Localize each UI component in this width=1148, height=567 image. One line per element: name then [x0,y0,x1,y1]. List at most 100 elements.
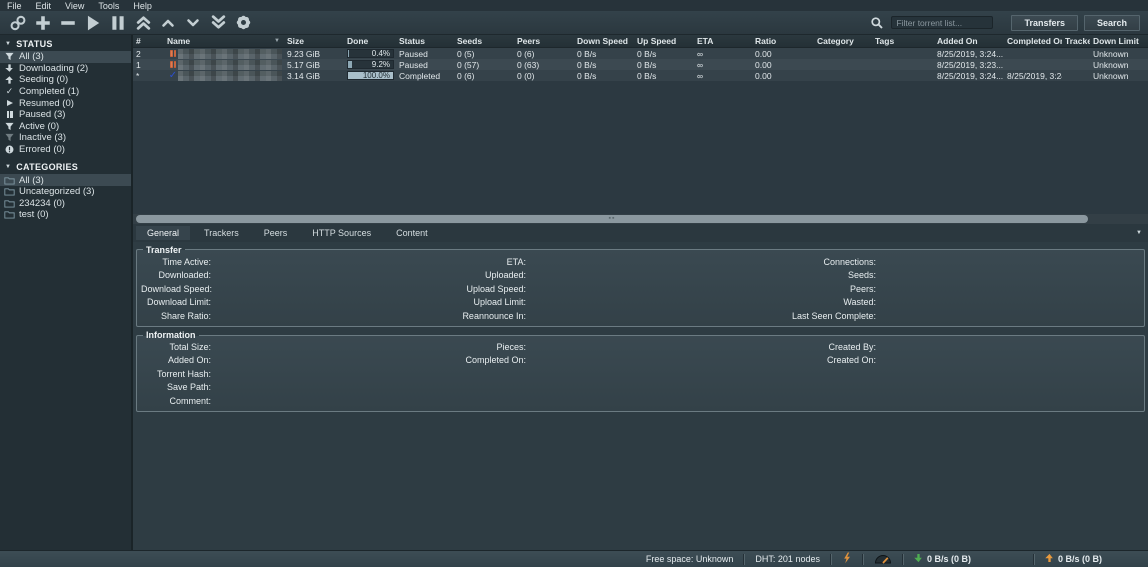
col-up-speed[interactable]: Up Speed [634,35,694,47]
field-label: Last Seen Complete: [766,310,876,323]
field-label: Upload Limit: [436,296,526,309]
sidebar-item-active[interactable]: Active (0) [0,121,131,133]
sort-desc-icon: ▼ [274,38,280,44]
table-row[interactable]: * ✓ 3.14 GiB 100.0% Completed 0 (6) 0 (0… [133,70,1148,81]
folder-icon [4,210,15,219]
filter-icon [4,122,15,131]
tab-general[interactable]: General [136,226,190,240]
options-gear-icon[interactable] [232,13,254,33]
statusbar-separator [830,554,832,565]
col-down-speed[interactable]: Down Speed [574,35,634,47]
col-name[interactable]: Name▼ [164,35,284,47]
field-label: Save Path: [141,381,211,394]
redacted-torrent-name [178,49,282,59]
col-tags[interactable]: Tags [872,35,934,47]
empty-list-area [133,81,1148,214]
col-peers[interactable]: Peers [514,35,574,47]
sidebar-item-errored[interactable]: Errored (0) [0,144,131,156]
upload-speed-label: 0 B/s (0 B) [1058,554,1102,564]
menu-view[interactable]: View [60,1,93,11]
field-label: Share Ratio: [141,310,211,323]
sidebar-item-all-categories[interactable]: All (3) [0,174,131,186]
col-completed-on[interactable]: Completed On [1004,35,1062,47]
tab-peers[interactable]: Peers [253,226,299,240]
col-added-on[interactable]: Added On [934,35,1004,47]
field-value [876,310,1140,323]
field-value [876,368,1140,381]
sidebar-item-uncategorized[interactable]: Uncategorized (3) [0,186,131,198]
field-label: Added On: [141,354,211,367]
field-label: Created By: [766,341,876,354]
tab-http-sources[interactable]: HTTP Sources [301,226,382,240]
categories-section-header[interactable]: ▼ CATEGORIES [0,160,131,174]
col-category[interactable]: Category [814,35,872,47]
col-ratio[interactable]: Ratio [752,35,814,47]
add-torrent-icon[interactable] [32,13,54,33]
horizontal-scrollbar[interactable]: ▪▪ [133,214,1148,224]
menu-edit[interactable]: Edit [31,1,61,11]
remove-torrent-icon[interactable] [57,13,79,33]
table-row[interactable]: 1 5.17 GiB 9.2% Paused 0 (57) 0 (63) 0 B… [133,59,1148,70]
col-done[interactable]: Done [344,35,396,47]
field-value [526,310,766,323]
sidebar-item-234234[interactable]: 234234 (0) [0,198,131,210]
field-label [766,381,876,394]
field-value [211,341,436,354]
queue-up-icon[interactable] [157,13,179,33]
field-value [526,395,766,408]
sidebar-item-inactive[interactable]: Inactive (3) [0,132,131,144]
information-fieldset: Information Total Size: Pieces: Created … [136,330,1145,412]
status-section-header[interactable]: ▼ STATUS [0,37,131,51]
connection-status-icon[interactable] [842,552,852,566]
col-eta[interactable]: ETA [694,35,752,47]
field-label: Uploaded: [436,269,526,282]
download-speed-label: 0 B/s (0 B) [927,554,971,564]
field-label [766,368,876,381]
panel-collapse-icon[interactable]: ▼ [1136,230,1142,236]
speed-limits-gauge-icon[interactable] [874,553,892,566]
filter-torrent-input[interactable] [891,16,993,29]
col-status[interactable]: Status [396,35,454,47]
menu-help[interactable]: Help [128,1,161,11]
sidebar-item-test[interactable]: test (0) [0,209,131,221]
col-seeds[interactable]: Seeds [454,35,514,47]
folder-icon [4,187,15,196]
queue-bottom-icon[interactable] [207,13,229,33]
col-size[interactable]: Size [284,35,344,47]
tab-content[interactable]: Content [385,226,439,240]
general-panel: Transfer Time Active: ETA: Connections: … [133,242,1148,550]
menu-tools[interactable]: Tools [93,1,128,11]
col-down-limit[interactable]: Down Limit [1090,35,1148,47]
sidebar-item-all-status[interactable]: All (3) [0,51,131,63]
field-value [876,283,1140,296]
tab-trackers[interactable]: Trackers [193,226,250,240]
sidebar-item-resumed[interactable]: Resumed (0) [0,97,131,109]
menu-file[interactable]: File [2,1,31,11]
sidebar-item-downloading[interactable]: Downloading (2) [0,63,131,75]
search-view-button[interactable]: Search [1084,15,1140,31]
sidebar-item-paused[interactable]: Paused (3) [0,109,131,121]
scrollbar-thumb[interactable]: ▪▪ [136,215,1088,223]
field-label: Total Size: [141,341,211,354]
table-row[interactable]: 2 9.23 GiB 0.4% Paused 0 (5) 0 (6) 0 B/s… [133,48,1148,59]
field-label: Torrent Hash: [141,368,211,381]
statusbar-separator [862,554,864,565]
sidebar-item-seeding[interactable]: Seeding (0) [0,74,131,86]
statusbar-separator [902,554,904,565]
col-tracker[interactable]: Tracker [1062,35,1090,47]
download-arrow-icon [914,553,923,565]
play-icon [4,100,15,106]
resume-icon[interactable] [82,13,104,33]
queue-down-icon[interactable] [182,13,204,33]
transfers-view-button[interactable]: Transfers [1011,15,1078,31]
col-num[interactable]: # [133,35,164,47]
link-icon[interactable] [7,13,29,33]
sidebar-item-completed[interactable]: ✓ Completed (1) [0,86,131,98]
pause-icon[interactable] [107,13,129,33]
menu-bar: File Edit View Tools Help [0,0,1148,11]
field-value [526,283,766,296]
dht-nodes-label: DHT: 201 nodes [755,554,820,564]
field-label: ETA: [436,256,526,269]
field-label [766,395,876,408]
queue-top-icon[interactable] [132,13,154,33]
